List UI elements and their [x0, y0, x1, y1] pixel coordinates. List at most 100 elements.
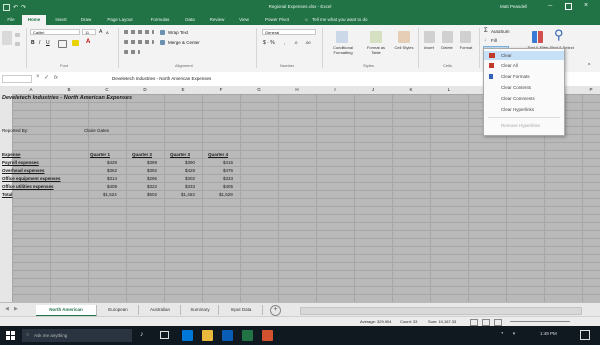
merge-center-icon[interactable] — [160, 40, 165, 45]
column-header[interactable]: H — [278, 87, 316, 92]
excel-taskbar-icon[interactable] — [242, 330, 253, 341]
cell-value[interactable]: $415 — [223, 160, 233, 165]
cell-value[interactable]: $428 — [185, 168, 195, 173]
tab-draw[interactable]: Draw — [76, 15, 96, 25]
file-explorer-icon[interactable] — [202, 330, 213, 341]
maximize-icon[interactable] — [565, 3, 572, 10]
sheet-title[interactable]: Develetech Industries - North American E… — [2, 95, 132, 101]
menu-item-remove-hyperlinks[interactable]: Remove Hyperlinks — [484, 121, 564, 130]
font-size-select[interactable]: 11 — [82, 29, 96, 35]
insert-function-icon[interactable]: fx — [54, 75, 58, 81]
formula-input[interactable]: Develetech Industries - North American E… — [112, 76, 211, 81]
cell-value[interactable]: $322 — [147, 184, 157, 189]
cell-value[interactable]: $399 — [147, 160, 157, 165]
increase-font-icon[interactable]: A — [99, 29, 102, 35]
total-value[interactable]: $1,453 — [181, 192, 195, 197]
column-header[interactable]: B — [50, 87, 88, 92]
minimize-icon[interactable]: ─ — [548, 3, 552, 9]
cell-value[interactable]: $409 — [107, 184, 117, 189]
tab-insert[interactable]: Insert — [50, 15, 72, 25]
add-sheet-icon[interactable]: + — [270, 305, 281, 316]
name-box[interactable] — [2, 75, 32, 83]
reported-by-label[interactable]: Reported By: — [2, 128, 28, 133]
task-view-icon[interactable] — [160, 331, 169, 339]
increase-decimal-icon[interactable]: .0 — [294, 40, 297, 45]
menu-item-clear-formats[interactable]: Clear Formats — [484, 72, 564, 81]
paste-icon[interactable] — [2, 31, 12, 45]
copy-icon[interactable] — [15, 42, 20, 46]
header-quarter-3[interactable]: Quarter 3 — [170, 152, 190, 157]
autosum-button[interactable]: AutoSum — [491, 29, 510, 34]
menu-item-clear-hyperlinks[interactable]: Clear Hyperlinks — [484, 105, 564, 114]
normal-view-icon[interactable] — [470, 319, 478, 326]
tell-me-box[interactable]: Tell me what you want to do — [312, 15, 368, 25]
merge-center-button[interactable]: Merge & Center — [168, 40, 200, 45]
column-header[interactable]: K — [392, 87, 430, 92]
horizontal-align-icons[interactable] — [124, 40, 154, 44]
zoom-slider[interactable] — [510, 321, 570, 322]
insert-cells-icon[interactable] — [424, 31, 435, 43]
row-label[interactable]: Payroll expenses — [2, 160, 39, 165]
cell-styles-button[interactable]: Cell Styles — [392, 45, 416, 50]
cell-value[interactable]: $302 — [185, 176, 195, 181]
wrap-text-icon[interactable] — [160, 30, 165, 35]
menu-item-clear-all[interactable]: Clear All — [484, 61, 564, 70]
total-value[interactable]: $1,524 — [103, 192, 117, 197]
tab-review[interactable]: Review — [204, 15, 230, 25]
fill-down-icon[interactable]: ↓ — [484, 37, 487, 43]
conditional-formatting-button[interactable]: Conditional Formatting — [326, 45, 360, 55]
edge-icon[interactable] — [182, 330, 193, 341]
sheet-tab-australian[interactable]: Australian — [140, 305, 181, 315]
cell-value[interactable]: $390 — [185, 160, 195, 165]
column-header[interactable]: A — [12, 87, 50, 92]
row-label[interactable]: Office utilities expenses — [2, 184, 54, 189]
windows-start-icon[interactable] — [6, 331, 15, 340]
column-header[interactable]: D — [126, 87, 164, 92]
volume-icon[interactable]: ◖ — [512, 331, 516, 337]
format-button[interactable]: Format — [456, 45, 476, 50]
cell-value[interactable]: $405 — [223, 184, 233, 189]
conditional-formatting-icon[interactable] — [336, 31, 348, 43]
row-label[interactable]: Overhead expenses — [2, 168, 45, 173]
column-header[interactable]: C — [88, 87, 126, 92]
insert-button[interactable]: Insert — [420, 45, 438, 50]
reported-by-value[interactable]: Claire Gates — [84, 128, 109, 133]
autosum-icon[interactable]: Σ — [484, 28, 488, 34]
italic-icon[interactable]: I — [39, 40, 40, 46]
cell-styles-icon[interactable] — [398, 31, 410, 43]
sheet-tab-input-data[interactable]: Input Data — [220, 305, 263, 315]
header-quarter-2[interactable]: Quarter 2 — [132, 152, 152, 157]
format-cells-icon[interactable] — [460, 31, 471, 43]
menu-header-clear[interactable]: Clear — [484, 51, 564, 60]
mic-icon[interactable]: ♪ — [140, 331, 144, 338]
scroll-tabs-left-icon[interactable]: ◀ — [5, 306, 9, 312]
borders-icon[interactable] — [58, 40, 67, 48]
bold-icon[interactable]: B — [31, 40, 35, 46]
collapse-ribbon-icon[interactable]: ^ — [588, 63, 590, 69]
cell-value[interactable]: $362 — [107, 168, 117, 173]
format-as-table-icon[interactable] — [370, 31, 382, 43]
cell-value[interactable]: $333 — [223, 176, 233, 181]
column-header[interactable]: G — [240, 87, 278, 92]
cell-value[interactable]: $314 — [107, 176, 117, 181]
cell-value[interactable]: $392 — [147, 168, 157, 173]
header-expense[interactable]: Expense — [2, 152, 21, 157]
sheet-tab-summary[interactable]: Summary — [182, 305, 219, 315]
wrap-text-button[interactable]: Wrap Text — [168, 30, 188, 35]
font-name-select[interactable]: Calibri — [30, 29, 80, 35]
header-quarter-4[interactable]: Quarter 4 — [208, 152, 228, 157]
tab-view[interactable]: View — [234, 15, 254, 25]
cell-value[interactable]: $333 — [185, 184, 195, 189]
menu-item-clear-contents[interactable]: Clear Contents — [484, 83, 564, 92]
clock[interactable]: 1:49 PM — [540, 331, 557, 336]
delete-cells-icon[interactable] — [442, 31, 453, 43]
cancel-formula-icon[interactable]: × — [36, 74, 40, 80]
sheet-tab-european[interactable]: European — [98, 305, 139, 315]
scroll-tabs-right-icon[interactable]: ▶ — [14, 306, 18, 312]
page-break-view-icon[interactable] — [494, 319, 502, 326]
action-center-icon[interactable] — [580, 330, 590, 340]
fill-color-icon[interactable] — [72, 40, 79, 46]
total-value[interactable]: $1,629 — [219, 192, 233, 197]
tab-home[interactable]: Home — [22, 15, 46, 25]
horizontal-scrollbar[interactable] — [300, 307, 582, 315]
